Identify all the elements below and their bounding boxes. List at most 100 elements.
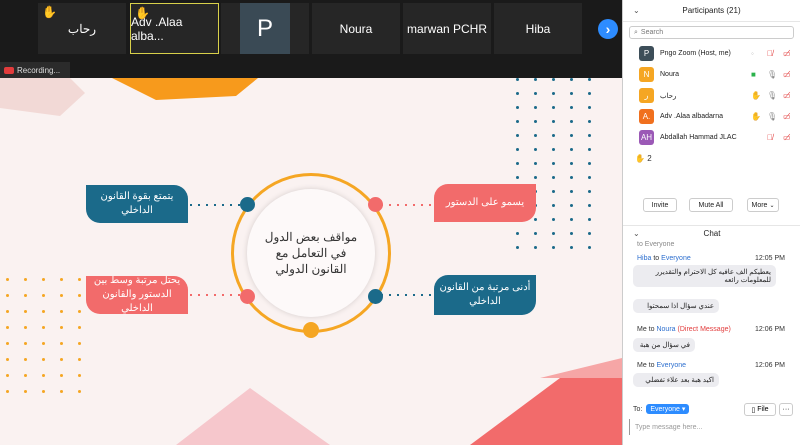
connector-knob xyxy=(303,322,319,338)
more-label: More xyxy=(751,201,768,209)
chat-scroll-partial: to Everyone xyxy=(637,241,675,248)
recipient-value: Everyone xyxy=(650,406,680,413)
chat-to: to xyxy=(653,255,660,262)
participant-name: Abdallah Hammad JLAC xyxy=(660,134,737,141)
file-button[interactable]: ▯ File xyxy=(744,403,776,416)
raised-hand-icon: ✋ xyxy=(42,5,57,19)
chat-dm-tag: (Direct Message) xyxy=(677,326,731,333)
chat-sender: Me xyxy=(637,362,647,369)
tile-name: رحاب xyxy=(67,21,97,36)
file-icon: ▯ xyxy=(751,406,756,414)
avatar: AH xyxy=(639,130,654,145)
participant-name: Pngo Zoom (Host, me) xyxy=(660,50,731,57)
connector-knob xyxy=(368,289,383,304)
chat-message-meta: Me to Everyone 12:06 PM xyxy=(637,362,793,369)
connector-knob xyxy=(368,197,383,212)
chat-sender: Me xyxy=(637,326,647,333)
chat-recipient: Everyone xyxy=(656,362,687,369)
video-off-icon[interactable]: ▭̸ xyxy=(783,112,791,121)
chat-to: to xyxy=(648,362,655,369)
chat-bubble: عندي سؤال اذا سمحتوا xyxy=(633,299,719,313)
chat-message-meta: Hiba to Everyone 12:05 PM xyxy=(637,255,793,262)
video-off-icon[interactable]: ▭̸ xyxy=(783,70,791,79)
mic-muted-icon[interactable]: 🎙̸ xyxy=(767,49,773,58)
connector-knob xyxy=(240,197,255,212)
raised-hand-icon: ✋ xyxy=(751,112,761,121)
participant-name: رحاب xyxy=(660,92,677,100)
chevron-down-icon[interactable]: ⌄ xyxy=(633,229,640,238)
mic-icon[interactable]: 🎙 xyxy=(767,70,777,79)
recording-label: Recording... xyxy=(17,65,61,75)
mic-icon[interactable]: 🎙 xyxy=(767,91,777,100)
raised-hand-icon: ✋ xyxy=(135,6,150,20)
chat-sender: Hiba xyxy=(637,255,652,262)
meeting-stage: ✋ رحاب ✋ Adv .Alaa alba... P Noura marwa… xyxy=(0,0,622,445)
avatar: N xyxy=(639,67,654,82)
participants-search-input[interactable]: ⌕ Search xyxy=(629,26,794,39)
video-off-icon[interactable]: ▭̸ xyxy=(783,133,791,142)
video-tile-noura[interactable]: Noura xyxy=(312,3,400,54)
participant-name: Noura xyxy=(660,71,680,78)
avatar: ر xyxy=(639,88,654,103)
chevron-right-icon: › xyxy=(605,21,611,37)
record-icon xyxy=(4,66,14,74)
side-panel: ⌄ Participants (21) ⌕ Search P Pngo Zoom… xyxy=(622,0,800,445)
to-label: To: xyxy=(633,405,643,413)
chevron-down-icon[interactable]: ⌄ xyxy=(633,6,640,15)
hands-count: 2 xyxy=(647,153,652,163)
chat-recipient: Everyone xyxy=(661,255,691,262)
next-page-button[interactable]: › xyxy=(598,19,618,39)
video-tile-marwan[interactable]: marwan PCHR xyxy=(403,3,491,54)
raised-hands-summary: ✋ 2 xyxy=(623,148,800,168)
connector-knob xyxy=(240,289,255,304)
chat-header: ⌄ Chat xyxy=(623,225,800,241)
raised-hand-icon: ✋ xyxy=(751,91,761,100)
search-icon: ⌕ xyxy=(634,28,638,36)
chat-time: 12:05 PM xyxy=(755,255,785,262)
box-right-top: يسمو على الدستور xyxy=(434,184,536,222)
chat-recipient: Noura xyxy=(656,326,676,333)
chat-time: 12:06 PM xyxy=(755,326,785,333)
participant-row[interactable]: A. Adv .Alaa albadarna ✋ 🎙 ▭̸ xyxy=(623,106,800,127)
more-button[interactable]: More ⌄ xyxy=(747,198,779,212)
shared-slide: مواقف بعض الدول في التعامل مع القانون ال… xyxy=(0,78,622,445)
avatar: P xyxy=(240,3,290,54)
participants-title: Participants (21) xyxy=(682,6,741,15)
avatar: A. xyxy=(639,109,654,124)
video-tile-p[interactable]: P xyxy=(221,3,309,54)
chat-bubble: يعطيكم الف عافيه كل الاحترام والتقديرر ل… xyxy=(633,265,776,287)
tile-name: Noura xyxy=(339,21,373,36)
chat-bubble: اكيد هبة بعد علاء تفضلي xyxy=(633,373,719,387)
chat-input[interactable]: Type message here... xyxy=(629,419,797,435)
video-strip: ✋ رحاب ✋ Adv .Alaa alba... P Noura marwa… xyxy=(0,0,622,58)
mute-all-button[interactable]: Mute All xyxy=(689,198,733,212)
chevron-down-icon: ▾ xyxy=(681,406,686,413)
mic-muted-icon[interactable]: 🎙̸ xyxy=(767,133,773,142)
participant-row[interactable]: ر رحاب ✋ 🎙 ▭̸ xyxy=(623,85,800,106)
participant-name: Adv .Alaa albadarna xyxy=(660,113,724,120)
video-off-icon[interactable]: ▭̸ xyxy=(783,49,791,58)
video-off-icon[interactable]: ▭̸ xyxy=(783,91,791,100)
mic-icon[interactable]: 🎙 xyxy=(767,112,777,121)
chat-time: 12:06 PM xyxy=(755,362,785,369)
participant-row[interactable]: AH Abdallah Hammad JLAC 🎙̸ ▭̸ xyxy=(623,127,800,148)
video-tile-alaa[interactable]: ✋ Adv .Alaa alba... xyxy=(130,3,219,54)
video-tile-rehab[interactable]: ✋ رحاب xyxy=(38,3,126,54)
chat-title: Chat xyxy=(703,229,721,238)
box-left-bottom: يحتل مرتبة وسط بين الدستور والقانون الدا… xyxy=(86,276,188,314)
participant-row[interactable]: P Pngo Zoom (Host, me) ◦ 🎙̸ ▭̸ xyxy=(623,43,800,64)
video-tile-hiba[interactable]: Hiba xyxy=(494,3,582,54)
invite-button[interactable]: Invite xyxy=(643,198,677,212)
chat-more-button[interactable]: ··· xyxy=(779,403,793,416)
recording-indicator[interactable]: Recording... xyxy=(0,62,70,78)
center-topic: مواقف بعض الدول في التعامل مع القانون ال… xyxy=(247,189,375,317)
raised-hand-icon: ✋ xyxy=(635,153,645,163)
record-icon: ◦ xyxy=(751,49,754,58)
recipient-select[interactable]: Everyone ▾ xyxy=(646,404,690,414)
file-label: File xyxy=(757,406,769,413)
tile-name: marwan PCHR xyxy=(406,21,487,36)
chat-message-meta: Me to Noura (Direct Message) 12:06 PM xyxy=(637,326,793,333)
tile-name: Hiba xyxy=(525,21,551,36)
screen-share-icon: ■ xyxy=(751,70,756,79)
participant-row[interactable]: N Noura ■ 🎙 ▭̸ xyxy=(623,64,800,85)
